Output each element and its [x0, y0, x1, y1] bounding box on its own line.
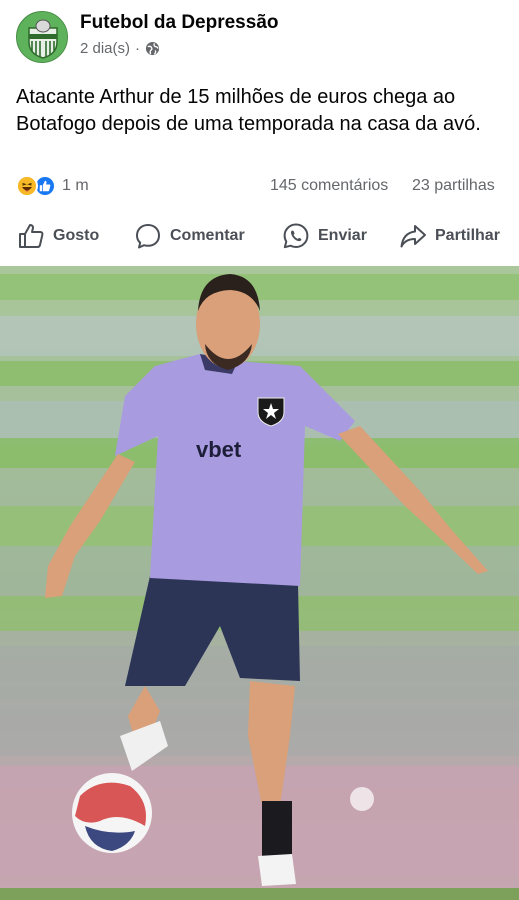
post-stats: 1 m 145 comentários 23 partilhas	[0, 172, 519, 202]
post-actions-bar: Gosto Comentar Enviar Partilhar	[0, 216, 519, 260]
share-label: Partilhar	[435, 227, 500, 244]
comments-count[interactable]: 145 comentários	[270, 177, 388, 195]
post-text: Atacante Arthur de 15 milhões de euros c…	[16, 86, 481, 135]
club-crest-icon	[17, 12, 67, 62]
shirt-sponsor: vbet	[196, 437, 242, 462]
comment-icon	[136, 224, 160, 249]
post-time[interactable]: 2 dia(s)	[80, 40, 130, 57]
shares-count[interactable]: 23 partilhas	[412, 177, 495, 195]
page-name[interactable]: Futebol da Depressão	[80, 12, 279, 34]
haha-reaction-icon	[16, 175, 38, 197]
send-button[interactable]: Enviar	[282, 222, 367, 250]
player-training-photo: vbet	[0, 266, 519, 900]
page-avatar[interactable]	[16, 11, 68, 63]
share-button[interactable]: Partilhar	[399, 222, 500, 250]
reaction-count: 1 m	[62, 177, 89, 194]
globe-icon	[145, 41, 160, 56]
whatsapp-icon	[283, 223, 309, 249]
post-meta: 2 dia(s) ·	[80, 40, 160, 57]
like-button[interactable]: Gosto	[17, 222, 99, 250]
share-icon	[400, 225, 426, 248]
like-label: Gosto	[53, 227, 100, 244]
post-photo[interactable]: vbet	[0, 266, 519, 900]
post-header: Futebol da Depressão 2 dia(s) ·	[0, 0, 519, 74]
comment-button[interactable]: Comentar	[134, 222, 245, 250]
reactions-summary[interactable]: 1 m	[16, 175, 89, 197]
comment-label: Comentar	[170, 227, 245, 244]
send-label: Enviar	[318, 227, 367, 244]
thumbs-up-icon	[19, 224, 44, 248]
meta-separator: ·	[135, 40, 141, 57]
